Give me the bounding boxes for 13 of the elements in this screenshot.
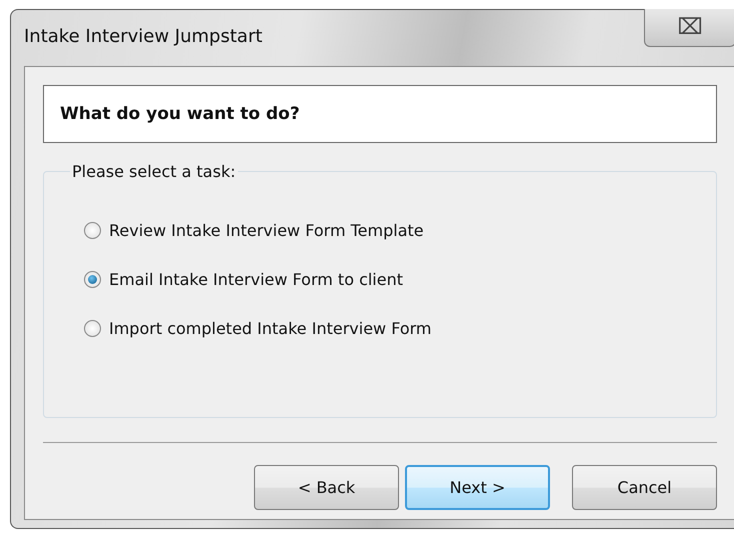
radio-option[interactable]: Import completed Intake Interview Form xyxy=(84,319,716,338)
radio-option[interactable]: Review Intake Interview Form Template xyxy=(84,221,716,240)
close-button[interactable]: ⌧ xyxy=(644,9,734,47)
radio-button[interactable] xyxy=(84,320,101,337)
dialog-button[interactable]: Next > xyxy=(405,465,550,510)
header-heading: What do you want to do? xyxy=(60,104,300,124)
group-label: Please select a task: xyxy=(71,162,237,181)
window-title: Intake Interview Jumpstart xyxy=(24,26,262,46)
radio-button[interactable] xyxy=(84,271,101,288)
radio-button[interactable] xyxy=(84,222,101,239)
radio-option[interactable]: Email Intake Interview Form to client xyxy=(84,270,716,289)
dialog-button[interactable]: < Back xyxy=(254,465,399,510)
dialog-button[interactable]: Cancel xyxy=(572,465,717,510)
